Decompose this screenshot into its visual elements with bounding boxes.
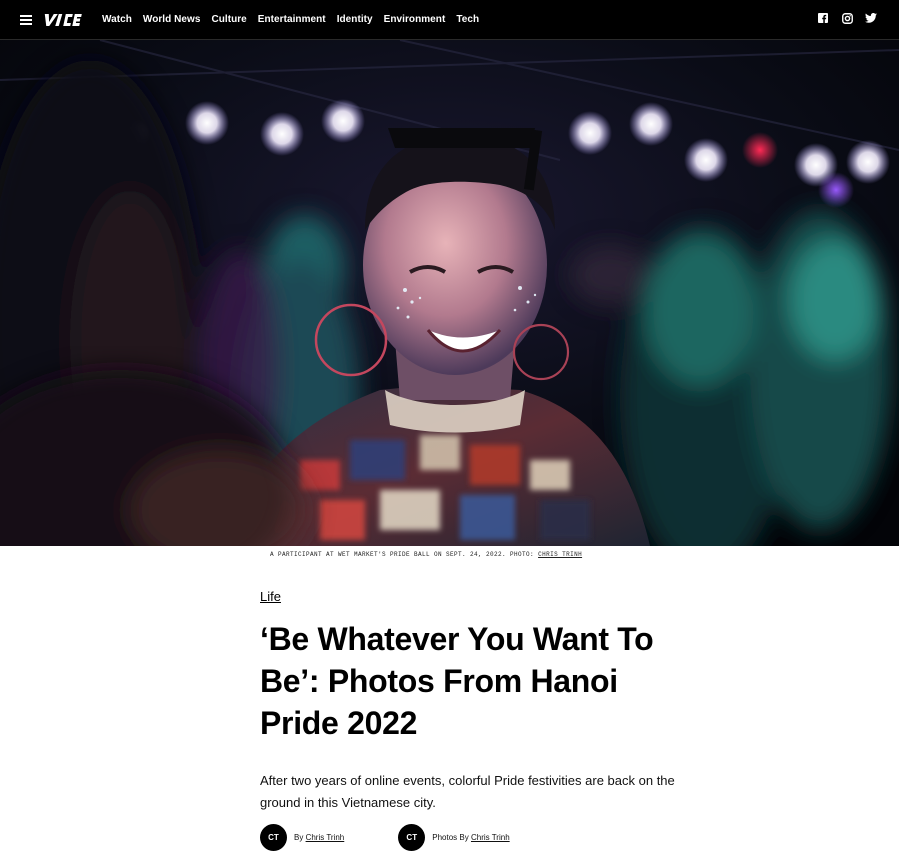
byline-prefix: By xyxy=(294,833,304,842)
nav-link-environment[interactable]: Environment xyxy=(384,14,446,25)
top-navigation-bar: Watch World News Culture Entertainment I… xyxy=(0,0,899,40)
nav-link-watch[interactable]: Watch xyxy=(102,14,132,25)
vice-logo-mark xyxy=(44,13,82,26)
twitter-icon[interactable] xyxy=(865,12,877,24)
photographer-avatar[interactable]: CT xyxy=(398,824,426,851)
article-headline: ‘Be Whatever You Want To Be’: Photos Fro… xyxy=(260,621,654,741)
author-avatar[interactable]: CT xyxy=(260,824,287,851)
hero-photo xyxy=(0,40,899,546)
nav-link-tech[interactable]: Tech xyxy=(456,14,479,25)
section-link[interactable]: Life xyxy=(260,589,281,604)
instagram-icon[interactable] xyxy=(841,12,853,24)
photographer-link[interactable]: Chris Trinh xyxy=(471,833,510,842)
social-links xyxy=(817,12,877,24)
hero-photo-illustration xyxy=(0,40,899,546)
nav-link-world-news[interactable]: World News xyxy=(143,14,201,25)
byline-author: CT By Chris Trinh xyxy=(260,824,344,851)
facebook-icon[interactable] xyxy=(817,12,829,24)
byline-prefix: Photos By xyxy=(432,833,469,842)
nav-link-entertainment[interactable]: Entertainment xyxy=(258,14,326,25)
caption-credit-link[interactable]: Chris Trinh xyxy=(538,551,582,558)
caption-text: A participant at Wet Market's Pride Ball… xyxy=(270,551,535,558)
vice-logo[interactable] xyxy=(42,12,84,28)
bylines: CT By Chris Trinh CT Photos By Chris Tri… xyxy=(260,824,510,851)
hero-caption: A participant at Wet Market's Pride Ball… xyxy=(270,551,582,558)
hamburger-menu-icon[interactable] xyxy=(20,14,32,25)
nav-link-identity[interactable]: Identity xyxy=(337,14,373,25)
nav-link-culture[interactable]: Culture xyxy=(211,14,246,25)
byline-photographer: CT Photos By Chris Trinh xyxy=(398,824,510,851)
article-dek: After two years of online events, colorf… xyxy=(260,773,675,810)
byline-text: Photos By Chris Trinh xyxy=(432,833,509,842)
article-header: Life ‘Be Whatever You Want To Be’: Photo… xyxy=(260,588,700,814)
author-link[interactable]: Chris Trinh xyxy=(306,833,345,842)
main-nav: Watch World News Culture Entertainment I… xyxy=(102,14,479,25)
byline-text: By Chris Trinh xyxy=(294,833,344,842)
